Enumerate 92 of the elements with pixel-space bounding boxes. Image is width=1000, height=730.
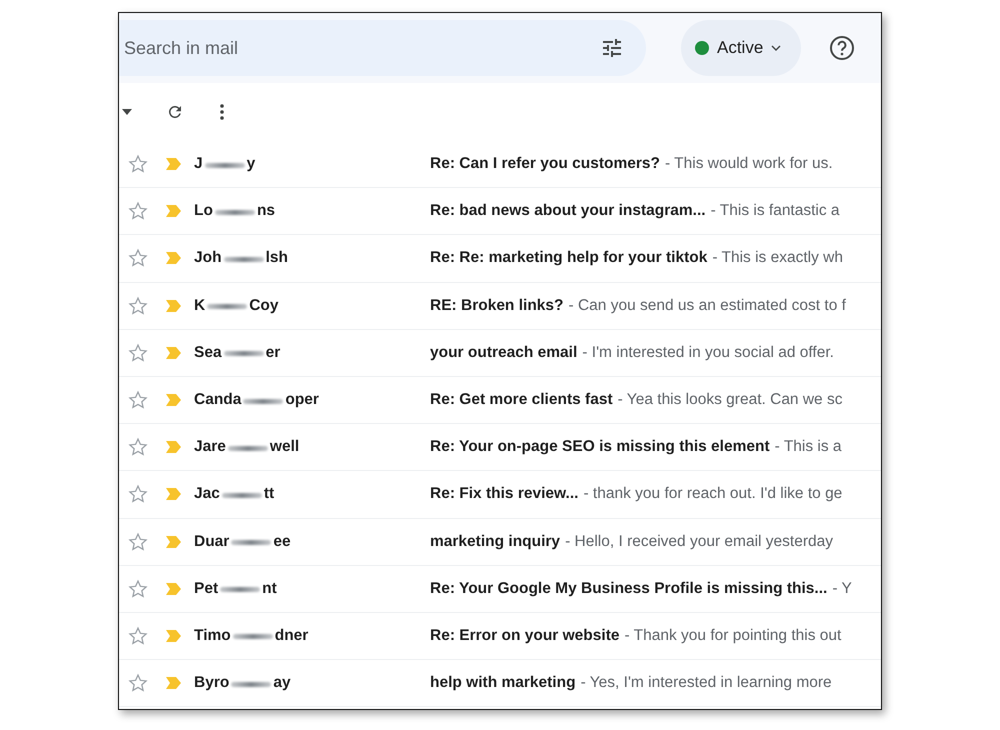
email-subject[interactable]: Re: Error on your website — [430, 626, 620, 645]
sender-name: Joh — [194, 249, 222, 268]
importance-marker-icon[interactable] — [166, 582, 182, 595]
email-snippet: - This would work for us. — [664, 155, 833, 174]
sender-name: Timo — [194, 626, 231, 645]
redaction-smudge — [207, 304, 248, 310]
importance-marker-icon[interactable] — [166, 346, 182, 359]
more-options-icon[interactable] — [220, 104, 224, 120]
email-snippet: - Hello, I received your email yesterday — [565, 532, 833, 551]
refresh-icon[interactable] — [166, 103, 184, 121]
sender-name: ay — [273, 674, 291, 692]
sender-name: lsh — [266, 249, 288, 268]
redaction-smudge — [231, 682, 272, 687]
redaction-smudge — [232, 634, 273, 640]
sender-name: y — [246, 155, 256, 174]
importance-marker-icon[interactable] — [166, 630, 182, 642]
importance-marker-icon[interactable] — [166, 300, 182, 312]
star-icon[interactable] — [128, 342, 148, 363]
sender-name: Jac — [194, 485, 220, 504]
redaction-smudge — [222, 492, 262, 498]
chevron-down-icon — [771, 45, 782, 51]
sender-name: nt — [262, 580, 277, 598]
email-subject[interactable]: Re: Get more clients fast — [430, 391, 613, 410]
redaction-smudge — [224, 256, 264, 262]
importance-marker-icon[interactable] — [166, 394, 182, 406]
star-icon[interactable] — [128, 484, 148, 504]
email-snippet: - Thank you for pointing this out — [624, 626, 842, 645]
redaction-smudge — [220, 587, 260, 592]
star-icon[interactable] — [128, 437, 148, 458]
sender-name: dner — [274, 626, 308, 645]
sender-name: K — [194, 296, 206, 315]
help-icon[interactable] — [829, 35, 855, 61]
sender-name: ns — [256, 202, 276, 220]
sender-name: Pet — [194, 580, 218, 598]
email-subject[interactable]: RE: Broken links? — [430, 296, 564, 315]
email-subject[interactable]: help with marketing — [430, 674, 576, 692]
sender-name: oper — [285, 391, 319, 410]
sender-name: well — [270, 438, 300, 456]
email-subject[interactable]: Re: Your Google My Business Profile is missing this... — [430, 580, 828, 598]
redaction-smudge — [204, 162, 245, 168]
sender-name: Sea — [194, 344, 222, 362]
importance-marker-icon[interactable] — [166, 252, 182, 264]
email-snippet: - This is a — [774, 438, 842, 456]
sender-name: Byro — [194, 674, 230, 692]
sender-name: Jare — [194, 438, 226, 456]
search-field[interactable]: Search in mail — [119, 20, 646, 76]
email-subject[interactable]: Re: Can I refer you customers? — [430, 155, 660, 174]
email-snippet: - This is exactly wh — [712, 249, 843, 268]
redaction-smudge — [228, 446, 268, 451]
filter-options-icon[interactable] — [600, 36, 624, 60]
importance-marker-icon[interactable] — [166, 677, 182, 690]
email-subject[interactable]: Re: bad news about your instagram... — [430, 202, 706, 220]
email-snippet: - Y — [832, 580, 852, 598]
importance-marker-icon[interactable] — [166, 441, 182, 454]
sender-name: ee — [273, 532, 291, 551]
status-button[interactable]: Active — [681, 20, 801, 76]
sender-name: J — [194, 155, 203, 174]
email-snippet: - Yes, I'm interested in learning more — [580, 674, 832, 692]
star-icon[interactable] — [128, 248, 148, 268]
star-icon[interactable] — [128, 578, 148, 599]
importance-marker-icon[interactable] — [166, 488, 182, 500]
sender-name: Coy — [249, 296, 278, 315]
email-subject[interactable]: marketing inquiry — [430, 532, 560, 551]
sender-name: Duar — [194, 532, 230, 551]
email-subject[interactable]: Re: Re: marketing help for your tiktok — [430, 249, 708, 268]
star-icon[interactable] — [128, 390, 148, 410]
email-snippet: - I'm interested in you social ad offer. — [582, 344, 834, 362]
redaction-smudge — [224, 351, 264, 356]
importance-marker-icon[interactable] — [166, 158, 182, 170]
importance-marker-icon[interactable] — [166, 205, 182, 218]
sender-name: Canda — [194, 391, 242, 410]
redaction-smudge — [231, 540, 272, 546]
star-icon[interactable] — [128, 154, 148, 174]
star-icon[interactable] — [128, 532, 148, 552]
email-subject[interactable]: your outreach email — [430, 344, 578, 362]
sender-name: er — [266, 344, 280, 362]
email-subject[interactable]: Re: Your on-page SEO is missing this element — [430, 438, 770, 456]
star-icon[interactable] — [128, 201, 148, 222]
email-snippet: - Yea this looks great. Can we sc — [618, 391, 842, 410]
sender-name: Lo — [194, 202, 213, 220]
email-snippet: - thank you for reach out. I'd like to ge — [583, 485, 842, 504]
star-icon[interactable] — [128, 626, 148, 646]
star-icon[interactable] — [128, 296, 148, 316]
dropdown-caret-icon[interactable] — [122, 109, 132, 115]
email-snippet: - This is fantastic a — [710, 202, 840, 220]
email-subject[interactable]: Re: Fix this review... — [430, 485, 578, 504]
redaction-smudge — [214, 210, 255, 215]
email-snippet: - Can you send us an estimated cost to f — [568, 296, 846, 315]
star-icon[interactable] — [128, 673, 148, 694]
redaction-smudge — [243, 398, 284, 404]
sender-name: tt — [264, 485, 274, 504]
importance-marker-icon[interactable] — [166, 536, 182, 548]
